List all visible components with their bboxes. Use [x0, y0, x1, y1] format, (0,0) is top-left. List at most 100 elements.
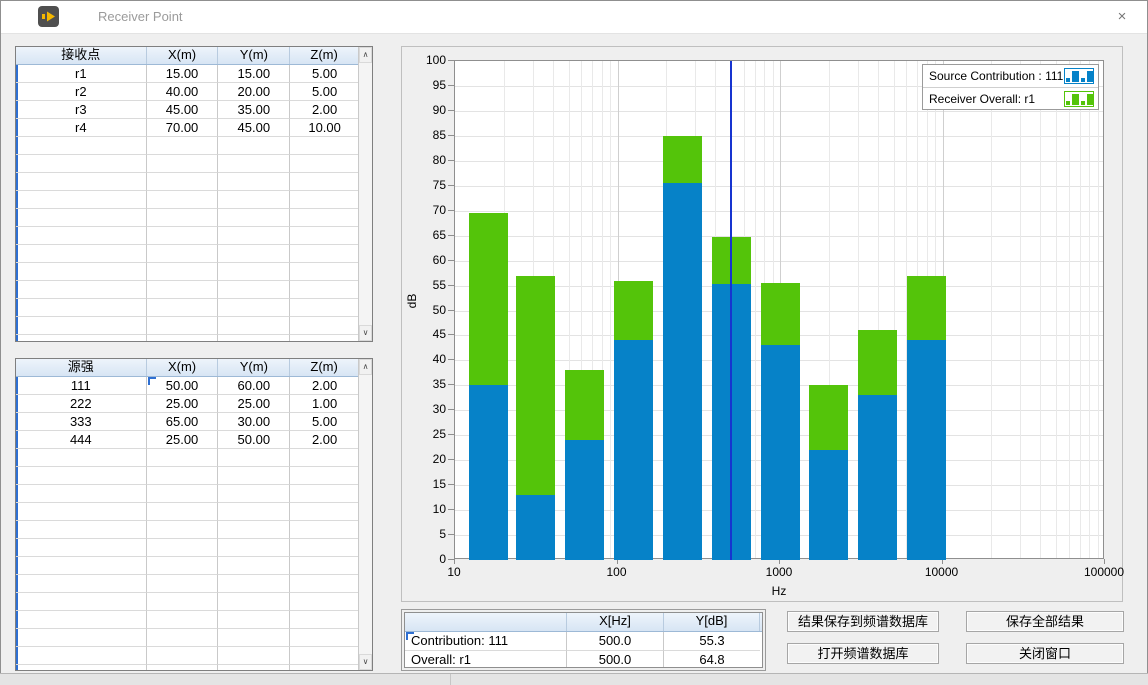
table-cell[interactable]: 444	[16, 431, 147, 449]
table-cell[interactable]	[147, 155, 219, 173]
table-cell[interactable]	[218, 665, 290, 670]
table-cell[interactable]: 1.00	[290, 395, 359, 413]
table-cell[interactable]	[16, 209, 147, 227]
table-cell[interactable]: 5.00	[290, 83, 359, 101]
table-cell[interactable]	[16, 575, 147, 593]
table-cell[interactable]: 15.00	[147, 65, 219, 83]
table-cell[interactable]	[290, 317, 359, 335]
table-cell[interactable]	[16, 611, 147, 629]
close-icon[interactable]: ×	[1113, 8, 1131, 26]
table-cell[interactable]	[218, 209, 290, 227]
cursor-table-cell[interactable]: Contribution: 111	[405, 632, 567, 651]
table-cell[interactable]	[218, 521, 290, 539]
table-cell[interactable]: 333	[16, 413, 147, 431]
cursor-table-cell[interactable]: Overall: r1	[405, 651, 567, 668]
table-cell[interactable]: 20.00	[218, 83, 290, 101]
save-results-to-spectrum-db-button[interactable]: 结果保存到频谱数据库	[787, 611, 939, 632]
table-cell[interactable]	[16, 263, 147, 281]
table-cell[interactable]	[290, 299, 359, 317]
table-cell[interactable]	[290, 245, 359, 263]
table-cell[interactable]: r3	[16, 101, 147, 119]
table-cell[interactable]	[290, 503, 359, 521]
legend-row-contribution[interactable]: Source Contribution : 111	[923, 65, 1098, 88]
table-cell[interactable]	[290, 281, 359, 299]
scroll-down-icon[interactable]: ∨	[359, 654, 372, 670]
table-cell[interactable]	[290, 665, 359, 670]
table-cell[interactable]	[147, 209, 219, 227]
table-cell[interactable]	[290, 575, 359, 593]
table-cell[interactable]	[218, 503, 290, 521]
table-cell[interactable]	[290, 647, 359, 665]
table-cell[interactable]	[218, 647, 290, 665]
table-cell[interactable]	[290, 467, 359, 485]
cursor-line[interactable]	[730, 61, 732, 560]
table-cell[interactable]	[218, 227, 290, 245]
save-all-results-button[interactable]: 保存全部结果	[966, 611, 1124, 632]
table-cell[interactable]	[290, 557, 359, 575]
table-cell[interactable]: 70.00	[147, 119, 219, 137]
table-cell[interactable]	[290, 263, 359, 281]
vertical-scrollbar[interactable]: ∧∨	[358, 359, 372, 670]
table-cell[interactable]	[218, 317, 290, 335]
table-cell[interactable]	[290, 521, 359, 539]
table-cell[interactable]: 2.00	[290, 431, 359, 449]
table-cell[interactable]	[16, 593, 147, 611]
table-cell[interactable]	[16, 629, 147, 647]
table-cell[interactable]	[147, 647, 219, 665]
table-cell[interactable]	[218, 557, 290, 575]
table-cell[interactable]: 30.00	[218, 413, 290, 431]
table-cell[interactable]	[16, 281, 147, 299]
table-cell[interactable]: 10.00	[290, 119, 359, 137]
table-cell[interactable]: 2.00	[290, 377, 359, 395]
table-cell[interactable]	[218, 467, 290, 485]
close-window-button[interactable]: 关闭窗口	[966, 643, 1124, 664]
table-cell[interactable]	[16, 539, 147, 557]
table-cell[interactable]	[147, 335, 219, 341]
table-cell[interactable]	[16, 647, 147, 665]
table-cell[interactable]	[147, 137, 219, 155]
table-cell[interactable]: 60.00	[218, 377, 290, 395]
vertical-scrollbar[interactable]: ∧∨	[358, 47, 372, 341]
table-cell[interactable]	[218, 629, 290, 647]
table-cell[interactable]: 45.00	[147, 101, 219, 119]
table-cell[interactable]	[290, 629, 359, 647]
cursor-table-cell[interactable]: 500.0	[567, 632, 664, 651]
table-cell[interactable]	[16, 137, 147, 155]
cursor-table-cell[interactable]: 64.8	[664, 651, 760, 668]
table-cell[interactable]	[290, 173, 359, 191]
table-cell[interactable]	[290, 485, 359, 503]
table-cell[interactable]	[218, 575, 290, 593]
table-cell[interactable]	[218, 611, 290, 629]
table-cell[interactable]	[147, 191, 219, 209]
table-cell[interactable]	[16, 191, 147, 209]
table-cell[interactable]	[218, 245, 290, 263]
table-cell[interactable]: 2.00	[290, 101, 359, 119]
table-cell[interactable]	[147, 629, 219, 647]
table-cell[interactable]	[147, 665, 219, 670]
table-cell[interactable]	[16, 317, 147, 335]
table-cell[interactable]: 25.00	[147, 431, 219, 449]
table-cell[interactable]	[147, 227, 219, 245]
table-cell[interactable]	[147, 299, 219, 317]
table-cell[interactable]	[16, 173, 147, 191]
table-cell[interactable]: 25.00	[147, 395, 219, 413]
table-cell[interactable]	[290, 539, 359, 557]
table-cell[interactable]	[147, 449, 219, 467]
table-cell[interactable]	[218, 335, 290, 341]
scroll-down-icon[interactable]: ∨	[359, 325, 372, 341]
table-cell[interactable]	[147, 521, 219, 539]
table-cell[interactable]	[16, 449, 147, 467]
table-cell[interactable]	[218, 173, 290, 191]
table-cell[interactable]	[16, 485, 147, 503]
table-cell[interactable]	[290, 593, 359, 611]
table-cell[interactable]	[147, 173, 219, 191]
table-cell[interactable]: 45.00	[218, 119, 290, 137]
plot-area[interactable]	[454, 60, 1104, 559]
table-cell[interactable]	[16, 467, 147, 485]
table-cell[interactable]	[147, 485, 219, 503]
open-spectrum-db-button[interactable]: 打开频谱数据库	[787, 643, 939, 664]
table-cell[interactable]	[147, 467, 219, 485]
table-cell[interactable]	[16, 665, 147, 670]
table-cell[interactable]: 50.00	[218, 431, 290, 449]
scroll-up-icon[interactable]: ∧	[359, 47, 372, 63]
